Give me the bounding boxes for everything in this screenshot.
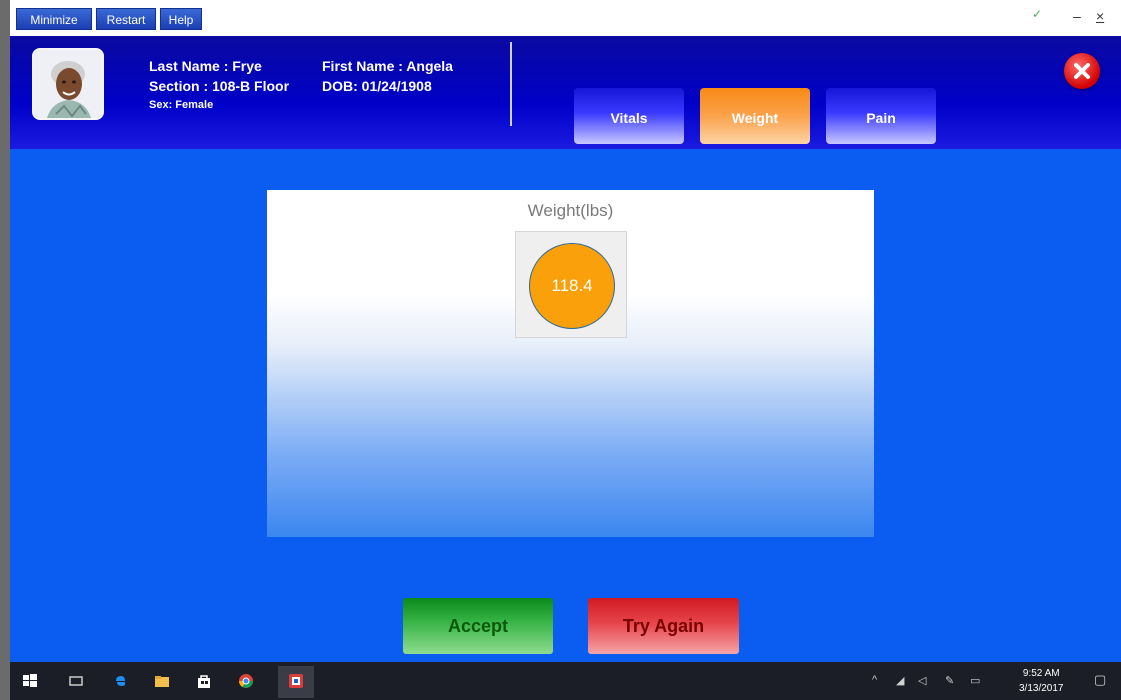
title-bar: Minimize Restart Help ✓ – × (10, 0, 1121, 36)
patient-header: Last Name : Frye First Name : Angela Sec… (10, 36, 1121, 149)
patient-last-name: Last Name : Frye (149, 58, 262, 74)
accept-button[interactable]: Accept (403, 598, 553, 654)
restart-menu-button[interactable]: Restart (96, 8, 156, 30)
help-menu-button[interactable]: Help (160, 8, 202, 30)
clock-time: 9:52 AM (1022, 668, 1060, 679)
header-divider (510, 42, 512, 126)
store-icon[interactable] (196, 673, 212, 689)
tab-weight[interactable]: Weight (700, 88, 810, 144)
taskbar-clock[interactable]: 9:52 AM 3/13/2017 (1019, 666, 1064, 696)
tab-pain[interactable]: Pain (826, 88, 936, 144)
try-again-button[interactable]: Try Again (588, 598, 739, 654)
weight-panel-title: Weight(lbs) (527, 201, 614, 220)
edge-browser-icon[interactable] (112, 673, 128, 689)
file-explorer-icon[interactable] (154, 673, 170, 689)
weight-value-circle: 118.4 (529, 243, 615, 329)
windows-taskbar: ^ ◢ ◁ ✎ ▭ 9:52 AM 3/13/2017 ▢ (10, 662, 1121, 700)
minimize-menu-button[interactable]: Minimize (16, 8, 92, 30)
clock-date: 3/13/2017 (1019, 683, 1064, 694)
close-x-icon (1074, 63, 1090, 79)
window-close-button[interactable]: × (1096, 8, 1104, 24)
windows-start-icon[interactable] (22, 673, 38, 689)
status-check-icon: ✓ (1032, 7, 1043, 21)
tab-vitals[interactable]: Vitals (574, 88, 684, 144)
tray-expand-icon[interactable]: ^ (872, 674, 877, 686)
keyboard-icon[interactable]: ▭ (970, 674, 980, 687)
app-window: Minimize Restart Help ✓ – × Last Name : … (10, 0, 1121, 662)
patient-photo-icon (34, 50, 102, 118)
weight-readout-box: 118.4 (515, 231, 627, 338)
patient-dob: DOB: 01/24/1908 (322, 78, 432, 94)
action-center-icon[interactable]: ▢ (1094, 672, 1106, 688)
weight-panel: Weight(lbs) 118.4 (267, 190, 874, 537)
patient-sex: Sex: Female (149, 99, 214, 111)
care-app-icon[interactable] (288, 673, 304, 689)
patient-first-name: First Name : Angela (322, 58, 453, 74)
task-view-icon[interactable] (68, 673, 84, 689)
network-icon[interactable]: ◢ (896, 674, 904, 687)
chrome-icon[interactable] (238, 673, 254, 689)
patient-section: Section : 108-B Floor (149, 78, 290, 94)
patient-avatar (32, 48, 104, 120)
volume-icon[interactable]: ◁ (918, 674, 926, 687)
pen-icon[interactable]: ✎ (945, 674, 954, 687)
window-left-edge (0, 0, 10, 700)
window-minimize-button[interactable]: – (1073, 8, 1081, 24)
close-app-button[interactable] (1064, 53, 1100, 89)
